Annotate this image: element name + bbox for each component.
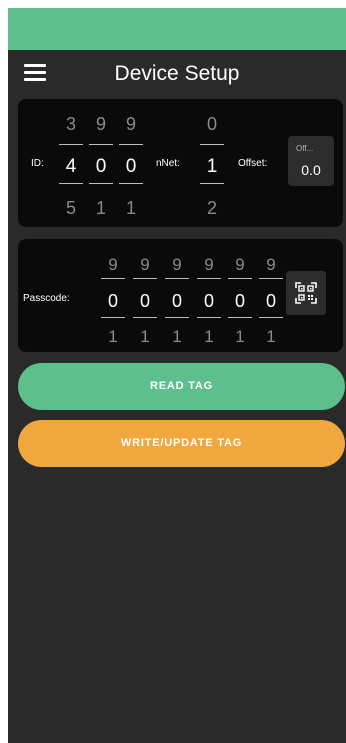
app-screen: Device Setup ID: 3 4 5 9 0 1 9 0 1 nNet:… bbox=[8, 8, 346, 743]
picker-divider bbox=[197, 317, 221, 318]
passcode-digit-picker-3[interactable]: 9 0 1 bbox=[165, 245, 189, 346]
passcode-digit-picker-1[interactable]: 9 0 1 bbox=[101, 245, 125, 346]
passcode-label: Passcode: bbox=[23, 293, 70, 304]
nnet-label: nNet: bbox=[156, 158, 180, 169]
id-digit-2-value: 0 bbox=[95, 156, 107, 177]
passcode-digit-6-prev: 9 bbox=[266, 255, 276, 274]
passcode-digit-6-next: 1 bbox=[266, 327, 276, 346]
device-settings-card: ID: 3 4 5 9 0 1 9 0 1 nNet: 0 1 2 Offset… bbox=[18, 99, 343, 227]
passcode-digit-picker-5[interactable]: 9 0 1 bbox=[228, 245, 252, 346]
picker-divider bbox=[89, 183, 113, 184]
id-digit-1-next: 5 bbox=[65, 198, 76, 218]
read-tag-button[interactable]: READ TAG bbox=[18, 363, 345, 410]
picker-divider bbox=[197, 278, 221, 279]
picker-divider bbox=[228, 278, 252, 279]
passcode-digit-1-next: 1 bbox=[108, 327, 118, 346]
picker-divider bbox=[101, 278, 125, 279]
passcode-digit-2-value: 0 bbox=[139, 291, 150, 311]
id-digit-2-prev: 9 bbox=[95, 114, 106, 134]
offset-placeholder: Off... bbox=[296, 144, 314, 153]
picker-divider bbox=[101, 317, 125, 318]
picker-divider bbox=[133, 317, 157, 318]
picker-divider bbox=[119, 144, 143, 145]
status-bar bbox=[8, 8, 346, 50]
picker-divider bbox=[259, 278, 283, 279]
id-label: ID: bbox=[31, 158, 44, 169]
picker-divider bbox=[59, 144, 83, 145]
picker-divider bbox=[165, 278, 189, 279]
nnet-value: 1 bbox=[206, 156, 218, 177]
nnet-next: 2 bbox=[206, 198, 217, 218]
picker-divider bbox=[200, 183, 224, 184]
picker-divider bbox=[133, 278, 157, 279]
passcode-digit-6-value: 0 bbox=[265, 291, 276, 311]
qr-code-scan-icon bbox=[295, 282, 317, 304]
id-digit-picker-2[interactable]: 9 0 1 bbox=[89, 106, 113, 218]
nnet-picker[interactable]: 0 1 2 bbox=[200, 106, 224, 218]
passcode-digit-3-value: 0 bbox=[171, 291, 182, 311]
write-update-tag-button[interactable]: WRITE/UPDATE TAG bbox=[18, 420, 345, 467]
passcode-digit-picker-2[interactable]: 9 0 1 bbox=[133, 245, 157, 346]
offset-label: Offset: bbox=[238, 158, 268, 169]
passcode-digit-3-prev: 9 bbox=[172, 255, 182, 274]
passcode-digit-4-value: 0 bbox=[203, 291, 214, 311]
picker-divider bbox=[119, 183, 143, 184]
passcode-digit-5-value: 0 bbox=[234, 291, 245, 311]
picker-divider bbox=[228, 317, 252, 318]
passcode-digit-3-next: 1 bbox=[172, 327, 182, 346]
picker-divider bbox=[165, 317, 189, 318]
id-digit-picker-3[interactable]: 9 0 1 bbox=[119, 106, 143, 218]
id-digit-picker-1[interactable]: 3 4 5 bbox=[59, 106, 83, 218]
nnet-prev: 0 bbox=[206, 114, 217, 134]
id-digit-3-value: 0 bbox=[125, 156, 137, 177]
passcode-digit-1-prev: 9 bbox=[108, 255, 118, 274]
passcode-digit-2-next: 1 bbox=[140, 327, 150, 346]
passcode-digit-2-prev: 9 bbox=[140, 255, 150, 274]
id-digit-1-prev: 3 bbox=[65, 114, 76, 134]
passcode-digit-4-prev: 9 bbox=[204, 255, 214, 274]
picker-divider bbox=[259, 317, 283, 318]
page-title: Device Setup bbox=[114, 62, 240, 85]
passcode-digit-picker-6[interactable]: 9 0 1 bbox=[259, 245, 283, 346]
id-digit-2-next: 1 bbox=[95, 198, 106, 218]
passcode-digit-5-next: 1 bbox=[235, 327, 245, 346]
qr-scan-button[interactable] bbox=[286, 271, 326, 315]
picker-divider bbox=[89, 144, 113, 145]
passcode-card: Passcode: 9 0 1 9 0 1 9 0 1 9 0 1 9 0 1 … bbox=[18, 239, 343, 352]
passcode-digit-4-next: 1 bbox=[204, 327, 214, 346]
picker-divider bbox=[59, 183, 83, 184]
offset-input[interactable]: Off... 0.0 bbox=[288, 136, 334, 186]
id-digit-1-value: 4 bbox=[65, 156, 77, 177]
picker-divider bbox=[200, 144, 224, 145]
offset-value: 0.0 bbox=[301, 162, 321, 178]
id-digit-3-next: 1 bbox=[125, 198, 136, 218]
id-digit-3-prev: 9 bbox=[125, 114, 136, 134]
passcode-digit-1-value: 0 bbox=[107, 291, 118, 311]
app-bar: Device Setup bbox=[8, 50, 346, 100]
passcode-digit-picker-4[interactable]: 9 0 1 bbox=[197, 245, 221, 346]
passcode-digit-5-prev: 9 bbox=[235, 255, 245, 274]
